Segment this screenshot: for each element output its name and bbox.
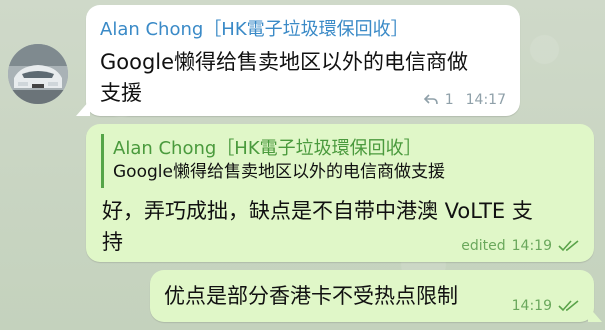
sender-line: Alan Chong［HK電子垃圾環保回收］ xyxy=(100,15,409,41)
message-time: 14:19 xyxy=(511,298,552,314)
avatar[interactable] xyxy=(8,44,68,104)
reply-arrow-icon[interactable] xyxy=(423,93,439,107)
sender-group: ［HK電子垃圾環保回收］ xyxy=(203,19,409,40)
sender-name[interactable]: Alan Chong xyxy=(100,19,203,40)
message-text-line: Google懒得给售卖地区以外的电信商做 xyxy=(100,50,469,74)
outgoing-message[interactable]: 优点是部分香港卡不受热点限制 14:19 xyxy=(150,270,594,322)
message-text-line: 好，弄巧成拙，缺点是不自带中港澳 VoLTE 支 xyxy=(102,199,533,223)
message-meta: 1 14:17 xyxy=(423,92,506,108)
incoming-message[interactable]: Alan Chong［HK電子垃圾環保回收］ Google懒得给售卖地区以外的电… xyxy=(86,5,520,116)
outgoing-message[interactable]: Alan Chong［HK電子垃圾環保回收］ Google懒得给售卖地区以外的电… xyxy=(86,124,594,262)
quote-text: Google懒得给售卖地区以外的电信商做支援 xyxy=(113,162,445,182)
quoted-reply[interactable]: Alan Chong［HK電子垃圾環保回收］ Google懒得给售卖地区以外的电… xyxy=(101,134,445,188)
message-meta: edited 14:19 xyxy=(461,238,580,254)
message-text: Google懒得给售卖地区以外的电信商做 支援 xyxy=(100,47,468,109)
edited-label: edited xyxy=(461,238,506,254)
quote-sender-line: Alan Chong［HK電子垃圾環保回收］ xyxy=(113,134,445,160)
message-meta: 14:19 xyxy=(512,298,580,314)
car-photo-icon xyxy=(8,44,68,104)
quote-sender-group: ［HK電子垃圾環保回收］ xyxy=(216,138,422,159)
double-check-icon xyxy=(558,300,579,312)
message-time: 14:19 xyxy=(511,238,552,254)
message-text-line: 支援 xyxy=(100,81,142,105)
double-check-icon xyxy=(558,240,579,252)
message-time: 14:17 xyxy=(465,92,506,108)
quote-sender-name: Alan Chong xyxy=(113,138,217,159)
message-text: 优点是部分香港卡不受热点限制 xyxy=(164,284,458,308)
reply-count[interactable]: 1 xyxy=(445,92,454,108)
